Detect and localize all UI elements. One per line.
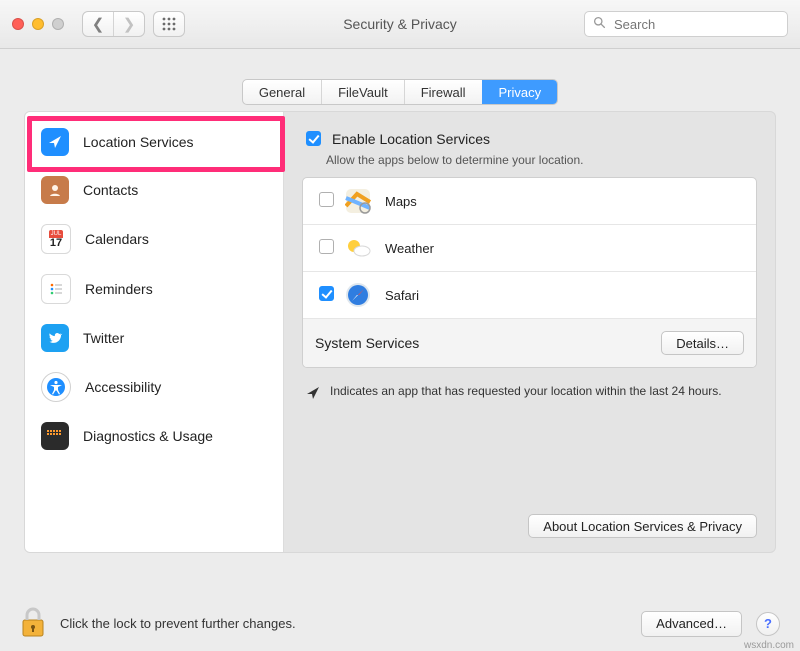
calendar-icon: JUL 17 bbox=[41, 224, 71, 254]
sidebar-item-label: Twitter bbox=[83, 330, 124, 346]
sidebar-item-twitter[interactable]: Twitter bbox=[25, 314, 283, 362]
reminders-icon bbox=[41, 274, 71, 304]
preferences-panel: Location Services Contacts JUL 17 Calend… bbox=[24, 111, 776, 553]
sidebar-item-label: Contacts bbox=[83, 182, 138, 198]
window-controls bbox=[12, 18, 64, 30]
system-services-details-button[interactable]: Details… bbox=[661, 331, 744, 355]
enable-location-helper: Allow the apps below to determine your l… bbox=[326, 153, 757, 167]
window-title: Security & Privacy bbox=[343, 16, 457, 32]
sidebar-item-reminders[interactable]: Reminders bbox=[25, 264, 283, 314]
privacy-content: Enable Location Services Allow the apps … bbox=[284, 112, 775, 552]
app-checkbox-weather[interactable] bbox=[319, 239, 334, 254]
tab-filevault[interactable]: FileVault bbox=[321, 80, 404, 104]
location-app-list: Maps Weather Safari System Services bbox=[302, 177, 757, 368]
enable-location-checkbox[interactable] bbox=[306, 131, 321, 146]
tab-general[interactable]: General bbox=[243, 80, 321, 104]
minimize-window-button[interactable] bbox=[32, 18, 44, 30]
system-services-row: System Services Details… bbox=[303, 318, 756, 367]
tab-row: General FileVault Firewall Privacy bbox=[0, 79, 800, 105]
app-checkbox-maps[interactable] bbox=[319, 192, 334, 207]
tab-label: General bbox=[259, 85, 305, 100]
tab-label: Firewall bbox=[421, 85, 466, 100]
sidebar-item-contacts[interactable]: Contacts bbox=[25, 166, 283, 214]
nav-segmented: ❮ ❯ bbox=[82, 11, 145, 37]
footer-bar: Click the lock to prevent further change… bbox=[0, 606, 800, 641]
app-name: Weather bbox=[385, 241, 434, 256]
diagnostics-icon bbox=[41, 422, 69, 450]
privacy-sidebar: Location Services Contacts JUL 17 Calend… bbox=[25, 112, 284, 552]
sidebar-item-calendars[interactable]: JUL 17 Calendars bbox=[25, 214, 283, 264]
about-location-button[interactable]: About Location Services & Privacy bbox=[528, 514, 757, 538]
search-field-container[interactable] bbox=[584, 11, 788, 37]
sidebar-item-label: Accessibility bbox=[85, 379, 161, 395]
twitter-icon bbox=[41, 324, 69, 352]
system-services-label: System Services bbox=[315, 335, 419, 351]
sidebar-item-label: Location Services bbox=[83, 134, 194, 150]
app-checkbox-safari[interactable] bbox=[319, 286, 334, 301]
button-label: Details… bbox=[676, 336, 729, 351]
enable-location-label: Enable Location Services bbox=[332, 131, 490, 147]
maps-icon bbox=[343, 186, 373, 216]
show-all-prefs-button[interactable] bbox=[153, 11, 185, 37]
titlebar: ❮ ❯ Security & Privacy bbox=[0, 0, 800, 49]
weather-icon bbox=[343, 233, 373, 263]
close-window-button[interactable] bbox=[12, 18, 24, 30]
accessibility-icon bbox=[41, 372, 71, 402]
nav-forward-button[interactable]: ❯ bbox=[113, 12, 144, 36]
app-row-maps[interactable]: Maps bbox=[303, 178, 756, 224]
enable-location-row: Enable Location Services bbox=[302, 128, 757, 149]
sidebar-item-label: Diagnostics & Usage bbox=[83, 428, 213, 444]
location-arrow-small-icon bbox=[306, 386, 320, 403]
tab-segmented-control: General FileVault Firewall Privacy bbox=[242, 79, 558, 105]
sidebar-item-accessibility[interactable]: Accessibility bbox=[25, 362, 283, 412]
sidebar-item-location-services[interactable]: Location Services bbox=[25, 118, 283, 166]
lock-help-text: Click the lock to prevent further change… bbox=[60, 616, 296, 631]
zoom-window-button[interactable] bbox=[52, 18, 64, 30]
safari-icon bbox=[343, 280, 373, 310]
search-icon bbox=[593, 16, 606, 32]
location-indicator-note: Indicates an app that has requested your… bbox=[306, 384, 753, 403]
nav-back-button[interactable]: ❮ bbox=[83, 12, 113, 36]
lock-icon[interactable] bbox=[20, 606, 46, 641]
watermark: wsxdn.com bbox=[744, 640, 794, 651]
tab-firewall[interactable]: Firewall bbox=[404, 80, 482, 104]
help-button[interactable]: ? bbox=[756, 612, 780, 636]
button-label: Advanced… bbox=[656, 616, 727, 631]
sidebar-item-diagnostics[interactable]: Diagnostics & Usage bbox=[25, 412, 283, 460]
advanced-button[interactable]: Advanced… bbox=[641, 611, 742, 637]
indicator-text: Indicates an app that has requested your… bbox=[330, 384, 722, 398]
app-row-safari[interactable]: Safari bbox=[303, 271, 756, 318]
app-name: Maps bbox=[385, 194, 417, 209]
tab-label: FileVault bbox=[338, 85, 388, 100]
tab-label: Privacy bbox=[499, 85, 542, 100]
contacts-icon bbox=[41, 176, 69, 204]
button-label: About Location Services & Privacy bbox=[543, 519, 742, 534]
tab-privacy[interactable]: Privacy bbox=[482, 80, 558, 104]
location-arrow-icon bbox=[41, 128, 69, 156]
sidebar-item-label: Calendars bbox=[85, 231, 149, 247]
sidebar-item-label: Reminders bbox=[85, 281, 153, 297]
app-row-weather[interactable]: Weather bbox=[303, 224, 756, 271]
search-input[interactable] bbox=[612, 16, 792, 33]
app-name: Safari bbox=[385, 288, 419, 303]
grid-icon bbox=[162, 17, 176, 31]
